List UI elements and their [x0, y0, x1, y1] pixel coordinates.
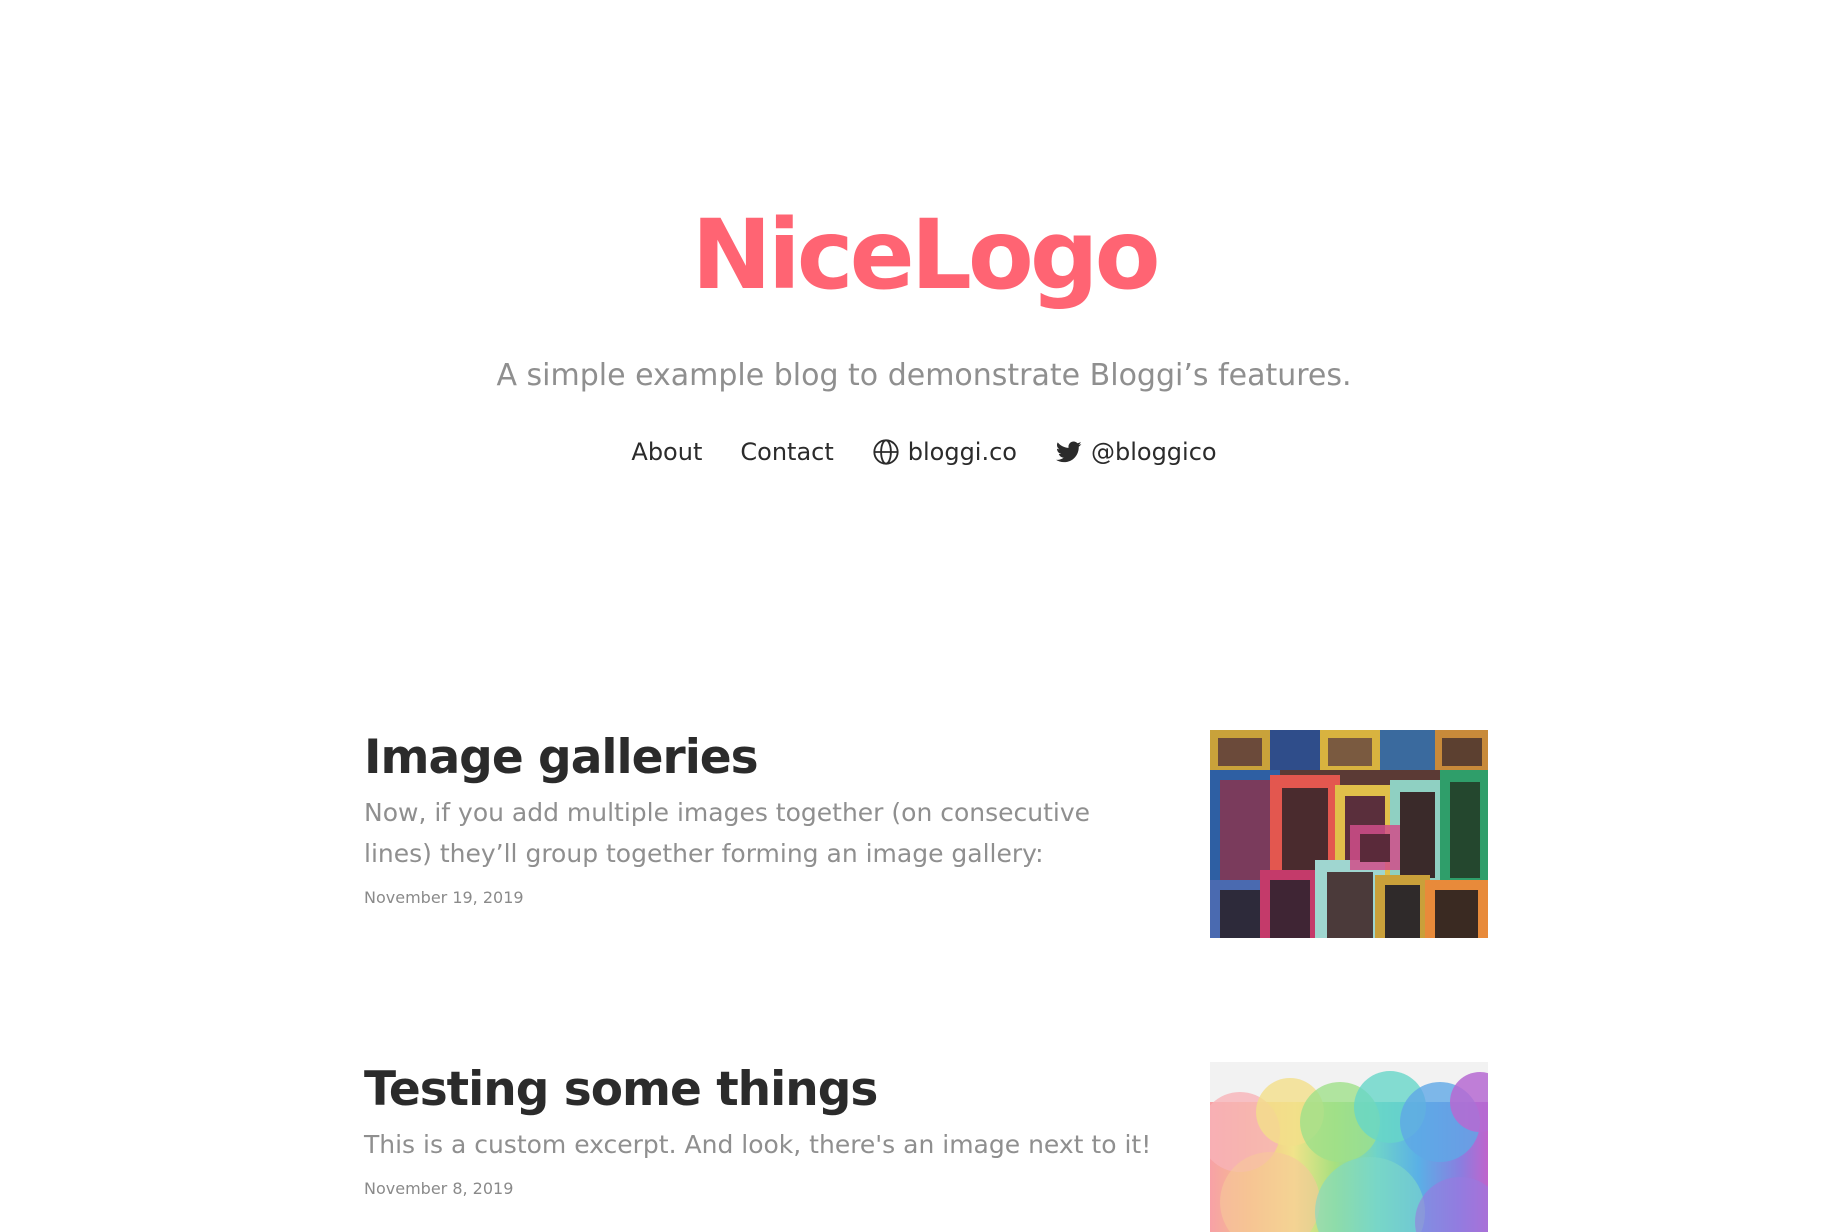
post-thumbnail[interactable]: [1210, 730, 1488, 938]
nav-link-label: bloggi.co: [907, 438, 1017, 466]
post-title[interactable]: Testing some things: [364, 1060, 1164, 1120]
post-text: Testing some things This is a custom exc…: [364, 1060, 1164, 1198]
post-date: November 8, 2019: [364, 1179, 514, 1198]
post-excerpt: Now, if you add multiple images together…: [364, 798, 1091, 868]
nav-link-twitter[interactable]: @bloggico: [1055, 438, 1217, 466]
twitter-icon: [1055, 439, 1083, 465]
site-tagline: A simple example blog to demonstrate Blo…: [496, 358, 1352, 393]
post-thumbnail[interactable]: [1210, 1062, 1488, 1232]
post-text: Image galleries Now, if you add multiple…: [364, 728, 1164, 907]
nav-link-about[interactable]: About: [631, 438, 702, 466]
site-header: NiceLogo A simple example blog to demons…: [0, 200, 1848, 470]
nav-link-label: @bloggico: [1090, 438, 1217, 466]
post-date: November 19, 2019: [364, 888, 524, 907]
nav-link-label: About: [631, 438, 703, 466]
nav-link-contact[interactable]: Contact: [740, 438, 833, 466]
nav-link-label: Contact: [740, 438, 834, 466]
main-nav: About Contact bloggi.co @bloggico: [0, 434, 1848, 470]
globe-icon: [872, 438, 900, 466]
page: NiceLogo A simple example blog to demons…: [0, 0, 1848, 1232]
site-logo[interactable]: NiceLogo: [0, 200, 1848, 310]
post-excerpt: This is a custom excerpt. And look, ther…: [364, 1130, 1152, 1159]
post-title[interactable]: Image galleries: [364, 728, 1164, 788]
nav-link-website[interactable]: bloggi.co: [872, 438, 1017, 466]
